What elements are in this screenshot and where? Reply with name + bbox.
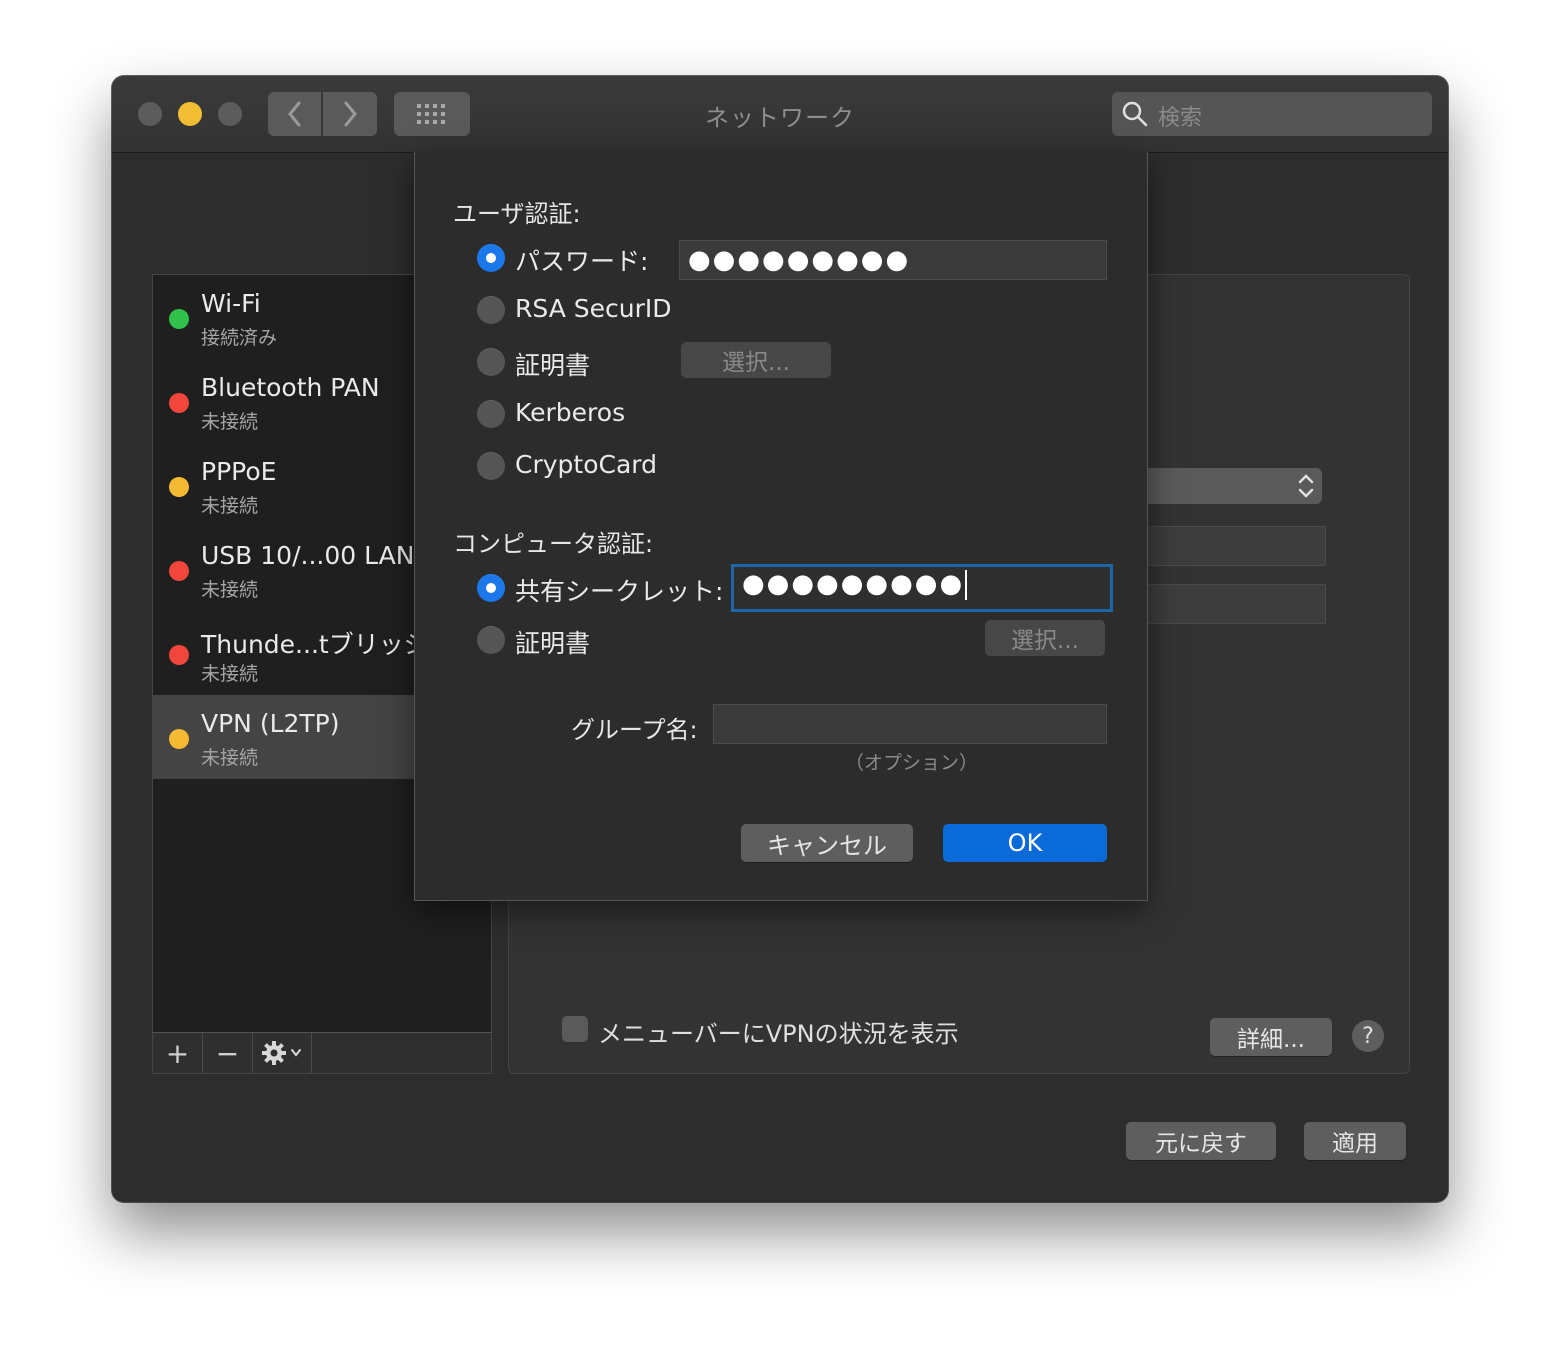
select-computer-certificate-button[interactable]: 選択... (985, 620, 1105, 656)
radio-certificate-label: 証明書 (515, 351, 591, 380)
radio-password-label: パスワード: (515, 247, 649, 276)
select-certificate-button[interactable]: 選択... (681, 342, 831, 378)
service-status: 接続済み (201, 327, 278, 349)
radio-shared-secret-label: 共有シークレット: (515, 577, 724, 606)
service-status: 未接続 (201, 579, 259, 601)
group-name-hint: （オプション） (845, 752, 979, 774)
service-name: Wi-Fi (201, 289, 261, 318)
advanced-button[interactable]: 詳細... (1210, 1018, 1332, 1056)
remove-service-button[interactable]: − (203, 1033, 253, 1073)
status-dot (169, 645, 189, 665)
cancel-button[interactable]: キャンセル (741, 824, 913, 862)
add-service-button[interactable]: + (153, 1033, 203, 1073)
radio-kerberos[interactable] (477, 400, 505, 428)
status-dot (169, 561, 189, 581)
gear-icon (262, 1041, 301, 1065)
radio-password[interactable] (477, 244, 505, 272)
group-name-field[interactable] (713, 704, 1107, 744)
service-list-toolbar: + − (152, 1032, 492, 1074)
radio-kerberos-label: Kerberos (515, 398, 626, 427)
service-name: PPPoE (201, 457, 277, 486)
minus-icon: − (215, 1036, 240, 1070)
radio-rsa-securid-label: RSA SecurID (515, 294, 672, 323)
revert-button[interactable]: 元に戻す (1126, 1122, 1276, 1160)
service-name: VPN (L2TP) (201, 709, 340, 738)
apply-button[interactable]: 適用 (1304, 1122, 1406, 1160)
status-dot (169, 309, 189, 329)
search-icon (1122, 101, 1148, 127)
show-vpn-status-checkbox[interactable] (562, 1016, 588, 1042)
radio-rsa-securid[interactable] (477, 296, 505, 324)
chevron-updown-icon (1298, 474, 1314, 498)
configuration-popup[interactable] (1142, 468, 1322, 504)
radio-shared-secret[interactable] (477, 574, 505, 602)
server-address-field[interactable] (1142, 526, 1326, 566)
ok-button[interactable]: OK (943, 824, 1107, 862)
help-button[interactable]: ? (1352, 1020, 1384, 1052)
search-placeholder: 検索 (1158, 106, 1203, 131)
radio-computer-certificate-label: 証明書 (515, 629, 591, 658)
title-bar: ネットワーク 検索 (112, 76, 1448, 153)
network-preferences-window: ネットワーク 検索 Wi-Fi 接続済み Bluetooth PAN 未接続 P… (112, 76, 1448, 1202)
authentication-settings-sheet: ユーザ認証: パスワード: ●●●●●●●●● RSA SecurID 証明書 … (414, 152, 1148, 901)
status-dot (169, 729, 189, 749)
status-dot (169, 477, 189, 497)
radio-computer-certificate[interactable] (477, 626, 505, 654)
radio-cryptocard-label: CryptoCard (515, 450, 657, 479)
radio-certificate[interactable] (477, 348, 505, 376)
shared-secret-field[interactable]: ●●●●●●●●● (731, 564, 1113, 612)
service-name: Bluetooth PAN (201, 373, 380, 402)
shared-secret-value: ●●●●●●●●● (742, 569, 965, 599)
plus-icon: + (165, 1036, 190, 1070)
action-menu-button[interactable] (253, 1033, 312, 1073)
group-name-label: グループ名: (571, 716, 698, 744)
show-vpn-status-label: メニューバーにVPNの状況を表示 (598, 1020, 959, 1048)
radio-cryptocard[interactable] (477, 452, 505, 480)
service-status: 未接続 (201, 495, 259, 517)
password-field[interactable]: ●●●●●●●●● (679, 240, 1107, 280)
status-dot (169, 393, 189, 413)
text-caret (965, 569, 968, 600)
computer-auth-label: コンピュータ認証: (453, 530, 654, 558)
service-status: 未接続 (201, 747, 259, 769)
service-name: Thunde...tブリッジ (201, 630, 429, 659)
service-status: 未接続 (201, 663, 259, 685)
user-auth-label: ユーザ認証: (453, 200, 581, 228)
service-status: 未接続 (201, 411, 259, 433)
service-name: USB 10/...00 LAN (201, 541, 415, 570)
account-name-field[interactable] (1142, 584, 1326, 624)
search-field[interactable]: 検索 (1112, 92, 1432, 136)
